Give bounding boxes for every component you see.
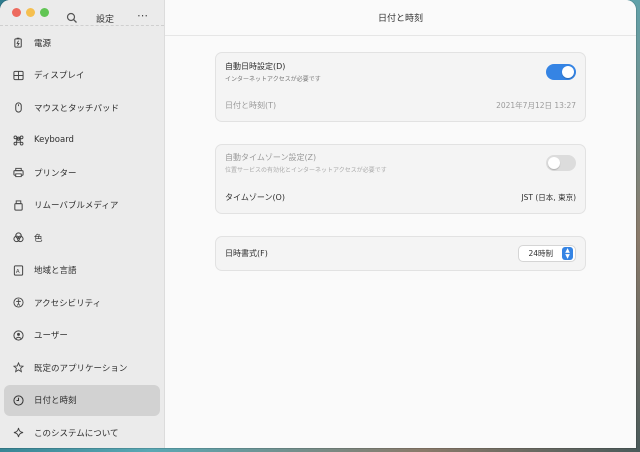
sidebar-item-power[interactable]: 電源: [4, 27, 160, 58]
sidebar-item-label: 既定のアプリケーション: [34, 363, 128, 374]
datetime-card: 自動日時設定(D) インターネットアクセスが必要です 日付と時刻(T) 2021…: [215, 52, 586, 122]
sidebar-item-label: このシステムについて: [34, 428, 119, 439]
content-area: 自動日時設定(D) インターネットアクセスが必要です 日付と時刻(T) 2021…: [165, 36, 636, 293]
timezone-label: タイムゾーン(O): [225, 192, 285, 202]
more-menu-button[interactable]: ⋯: [137, 9, 149, 22]
main-panel: 日付と時刻 自動日時設定(D) インターネットアクセスが必要です 日付と時刻(T…: [165, 0, 636, 448]
sidebar-item-label: Keyboard: [34, 135, 74, 145]
sidebar-item-about[interactable]: このシステムについて: [4, 417, 160, 448]
timezone-card: 自動タイムゾーン設定(Z) 位置サービスの有効化とインターネットアクセスが必要で…: [215, 144, 586, 214]
page-title: 日付と時刻: [165, 0, 636, 36]
sidebar-header: 設定 ⋯: [0, 0, 164, 26]
sidebar-item-label: ディスプレイ: [34, 71, 85, 81]
switch-knob: [548, 157, 560, 169]
sidebar-item-label: 色: [34, 233, 43, 244]
sidebar-item-printer[interactable]: プリンター: [4, 157, 160, 188]
removable-media-icon: [13, 199, 24, 211]
switch-knob: [562, 65, 574, 78]
close-button[interactable]: [12, 7, 21, 17]
time-format-row: 日時書式(F) 24時制 ▲ ▼: [216, 237, 585, 270]
sidebar-item-keyboard[interactable]: Keyboard: [4, 125, 160, 156]
up-down-arrows-icon: ▲ ▼: [562, 247, 573, 260]
sidebar-item-label: リムーバブルメディア: [34, 201, 119, 211]
auto-timezone-row[interactable]: 自動タイムゾーン設定(Z) 位置サービスの有効化とインターネットアクセスが必要で…: [216, 145, 585, 181]
mouse-icon: [13, 102, 24, 113]
auto-timezone-switch[interactable]: [546, 155, 576, 171]
clock-icon: [13, 394, 24, 406]
sidebar: 設定 ⋯ 電源 ディスプレイ マウスとタッチパッド Keyboard プリンター…: [0, 0, 165, 448]
maximize-button[interactable]: [40, 7, 49, 17]
timezone-row[interactable]: タイムゾーン(O) JST (日本, 東京): [216, 181, 585, 213]
sidebar-item-display[interactable]: ディスプレイ: [4, 60, 160, 91]
auto-datetime-label: 自動日時設定(D): [225, 61, 286, 71]
sidebar-item-accessibility[interactable]: アクセシビリティ: [4, 287, 160, 318]
auto-datetime-text: 自動日時設定(D) インターネットアクセスが必要です: [225, 61, 321, 83]
sidebar-item-date-time[interactable]: 日付と時刻: [4, 384, 160, 416]
power-icon: [13, 37, 24, 48]
user-icon: [13, 329, 24, 341]
display-icon: [13, 70, 24, 81]
sidebar-item-color[interactable]: 色: [4, 222, 160, 253]
auto-datetime-row[interactable]: 自動日時設定(D) インターネットアクセスが必要です: [216, 53, 585, 90]
format-card: 日時書式(F) 24時制 ▲ ▼: [215, 236, 586, 271]
auto-timezone-text: 自動タイムゾーン設定(Z) 位置サービスの有効化とインターネットアクセスが必要で…: [225, 152, 387, 174]
auto-datetime-sublabel: インターネットアクセスが必要です: [225, 75, 321, 83]
sidebar-item-label: 電源: [34, 38, 52, 49]
sidebar-item-region-language[interactable]: A 地域と言語: [4, 255, 160, 286]
sparkle-icon: [13, 427, 24, 438]
auto-datetime-switch[interactable]: [546, 63, 576, 80]
time-format-dropdown[interactable]: 24時制 ▲ ▼: [518, 245, 576, 262]
auto-timezone-sublabel: 位置サービスの有効化とインターネットアクセスが必要です: [225, 167, 387, 174]
time-format-value: 24時制: [528, 249, 553, 258]
sidebar-item-label: 日付と時刻: [34, 396, 77, 406]
minimize-button[interactable]: [26, 7, 35, 17]
svg-text:A: A: [16, 268, 20, 274]
printer-icon: [13, 167, 24, 178]
region-language-icon: A: [13, 264, 24, 276]
auto-timezone-label: 自動タイムゾーン設定(Z): [225, 153, 317, 162]
datetime-value: 2021年7月12日 13:27: [496, 101, 576, 110]
color-icon: [13, 232, 24, 243]
sidebar-item-label: プリンター: [34, 168, 77, 179]
datetime-label: 日付と時刻(T): [225, 101, 277, 110]
time-format-label: 日時書式(F): [225, 249, 268, 258]
sidebar-item-default-apps[interactable]: 既定のアプリケーション: [4, 352, 160, 383]
sidebar-item-label: ユーザー: [34, 331, 68, 341]
sidebar-title: 設定: [96, 15, 115, 25]
settings-window: 設定 ⋯ 電源 ディスプレイ マウスとタッチパッド Keyboard プリンター…: [0, 0, 636, 448]
sidebar-list: 電源 ディスプレイ マウスとタッチパッド Keyboard プリンター リムーバ…: [0, 26, 164, 449]
accessibility-icon: [13, 297, 24, 308]
sidebar-item-users[interactable]: ユーザー: [4, 320, 160, 351]
star-icon: [13, 362, 24, 373]
sidebar-item-label: マウスとタッチパッド: [34, 103, 120, 114]
timezone-value: JST (日本, 東京): [521, 192, 576, 202]
sidebar-item-removable-media[interactable]: リムーバブルメディア: [4, 190, 160, 221]
sidebar-item-label: 地域と言語: [34, 266, 77, 276]
search-icon[interactable]: [66, 12, 78, 24]
sidebar-item-mouse[interactable]: マウスとタッチパッド: [4, 92, 160, 123]
sidebar-item-label: アクセシビリティ: [34, 298, 102, 309]
datetime-row[interactable]: 日付と時刻(T) 2021年7月12日 13:27: [216, 90, 585, 121]
keyboard-icon: [13, 135, 24, 146]
